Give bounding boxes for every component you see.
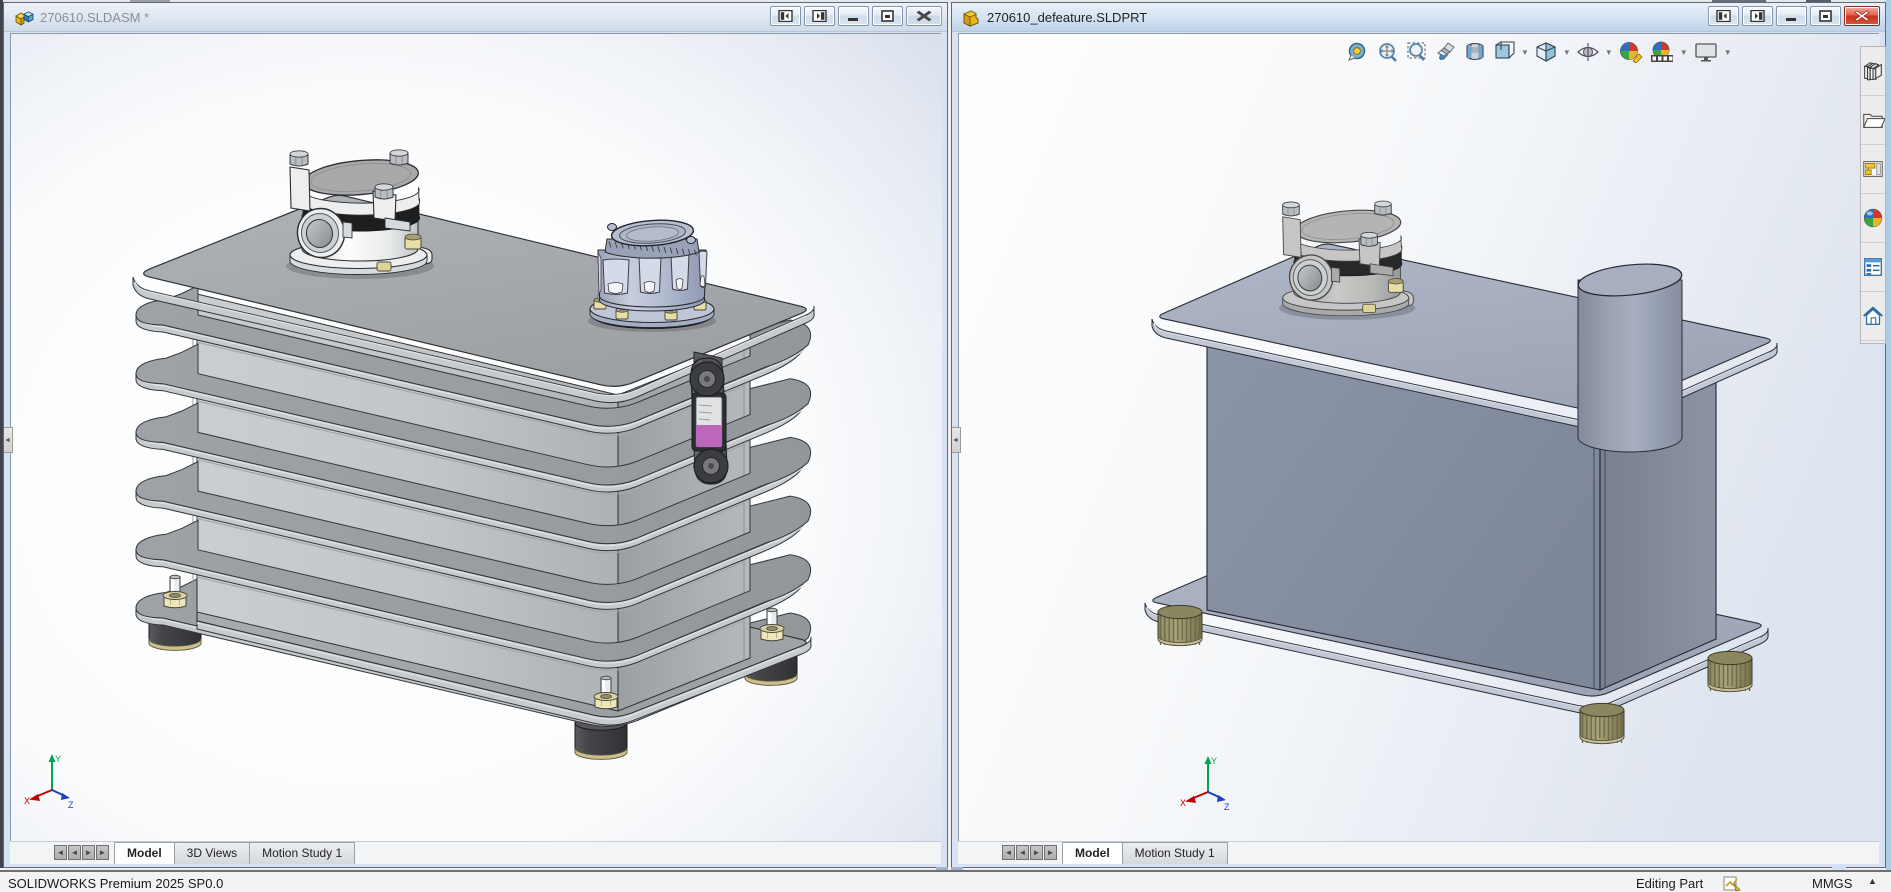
svg-text:X: X (24, 796, 30, 806)
svg-text:Z: Z (1224, 802, 1230, 812)
svg-text:Y: Y (1211, 756, 1217, 766)
svg-text:Y: Y (55, 754, 61, 764)
svg-text:Z: Z (68, 800, 74, 810)
svg-text:X: X (1180, 798, 1186, 808)
